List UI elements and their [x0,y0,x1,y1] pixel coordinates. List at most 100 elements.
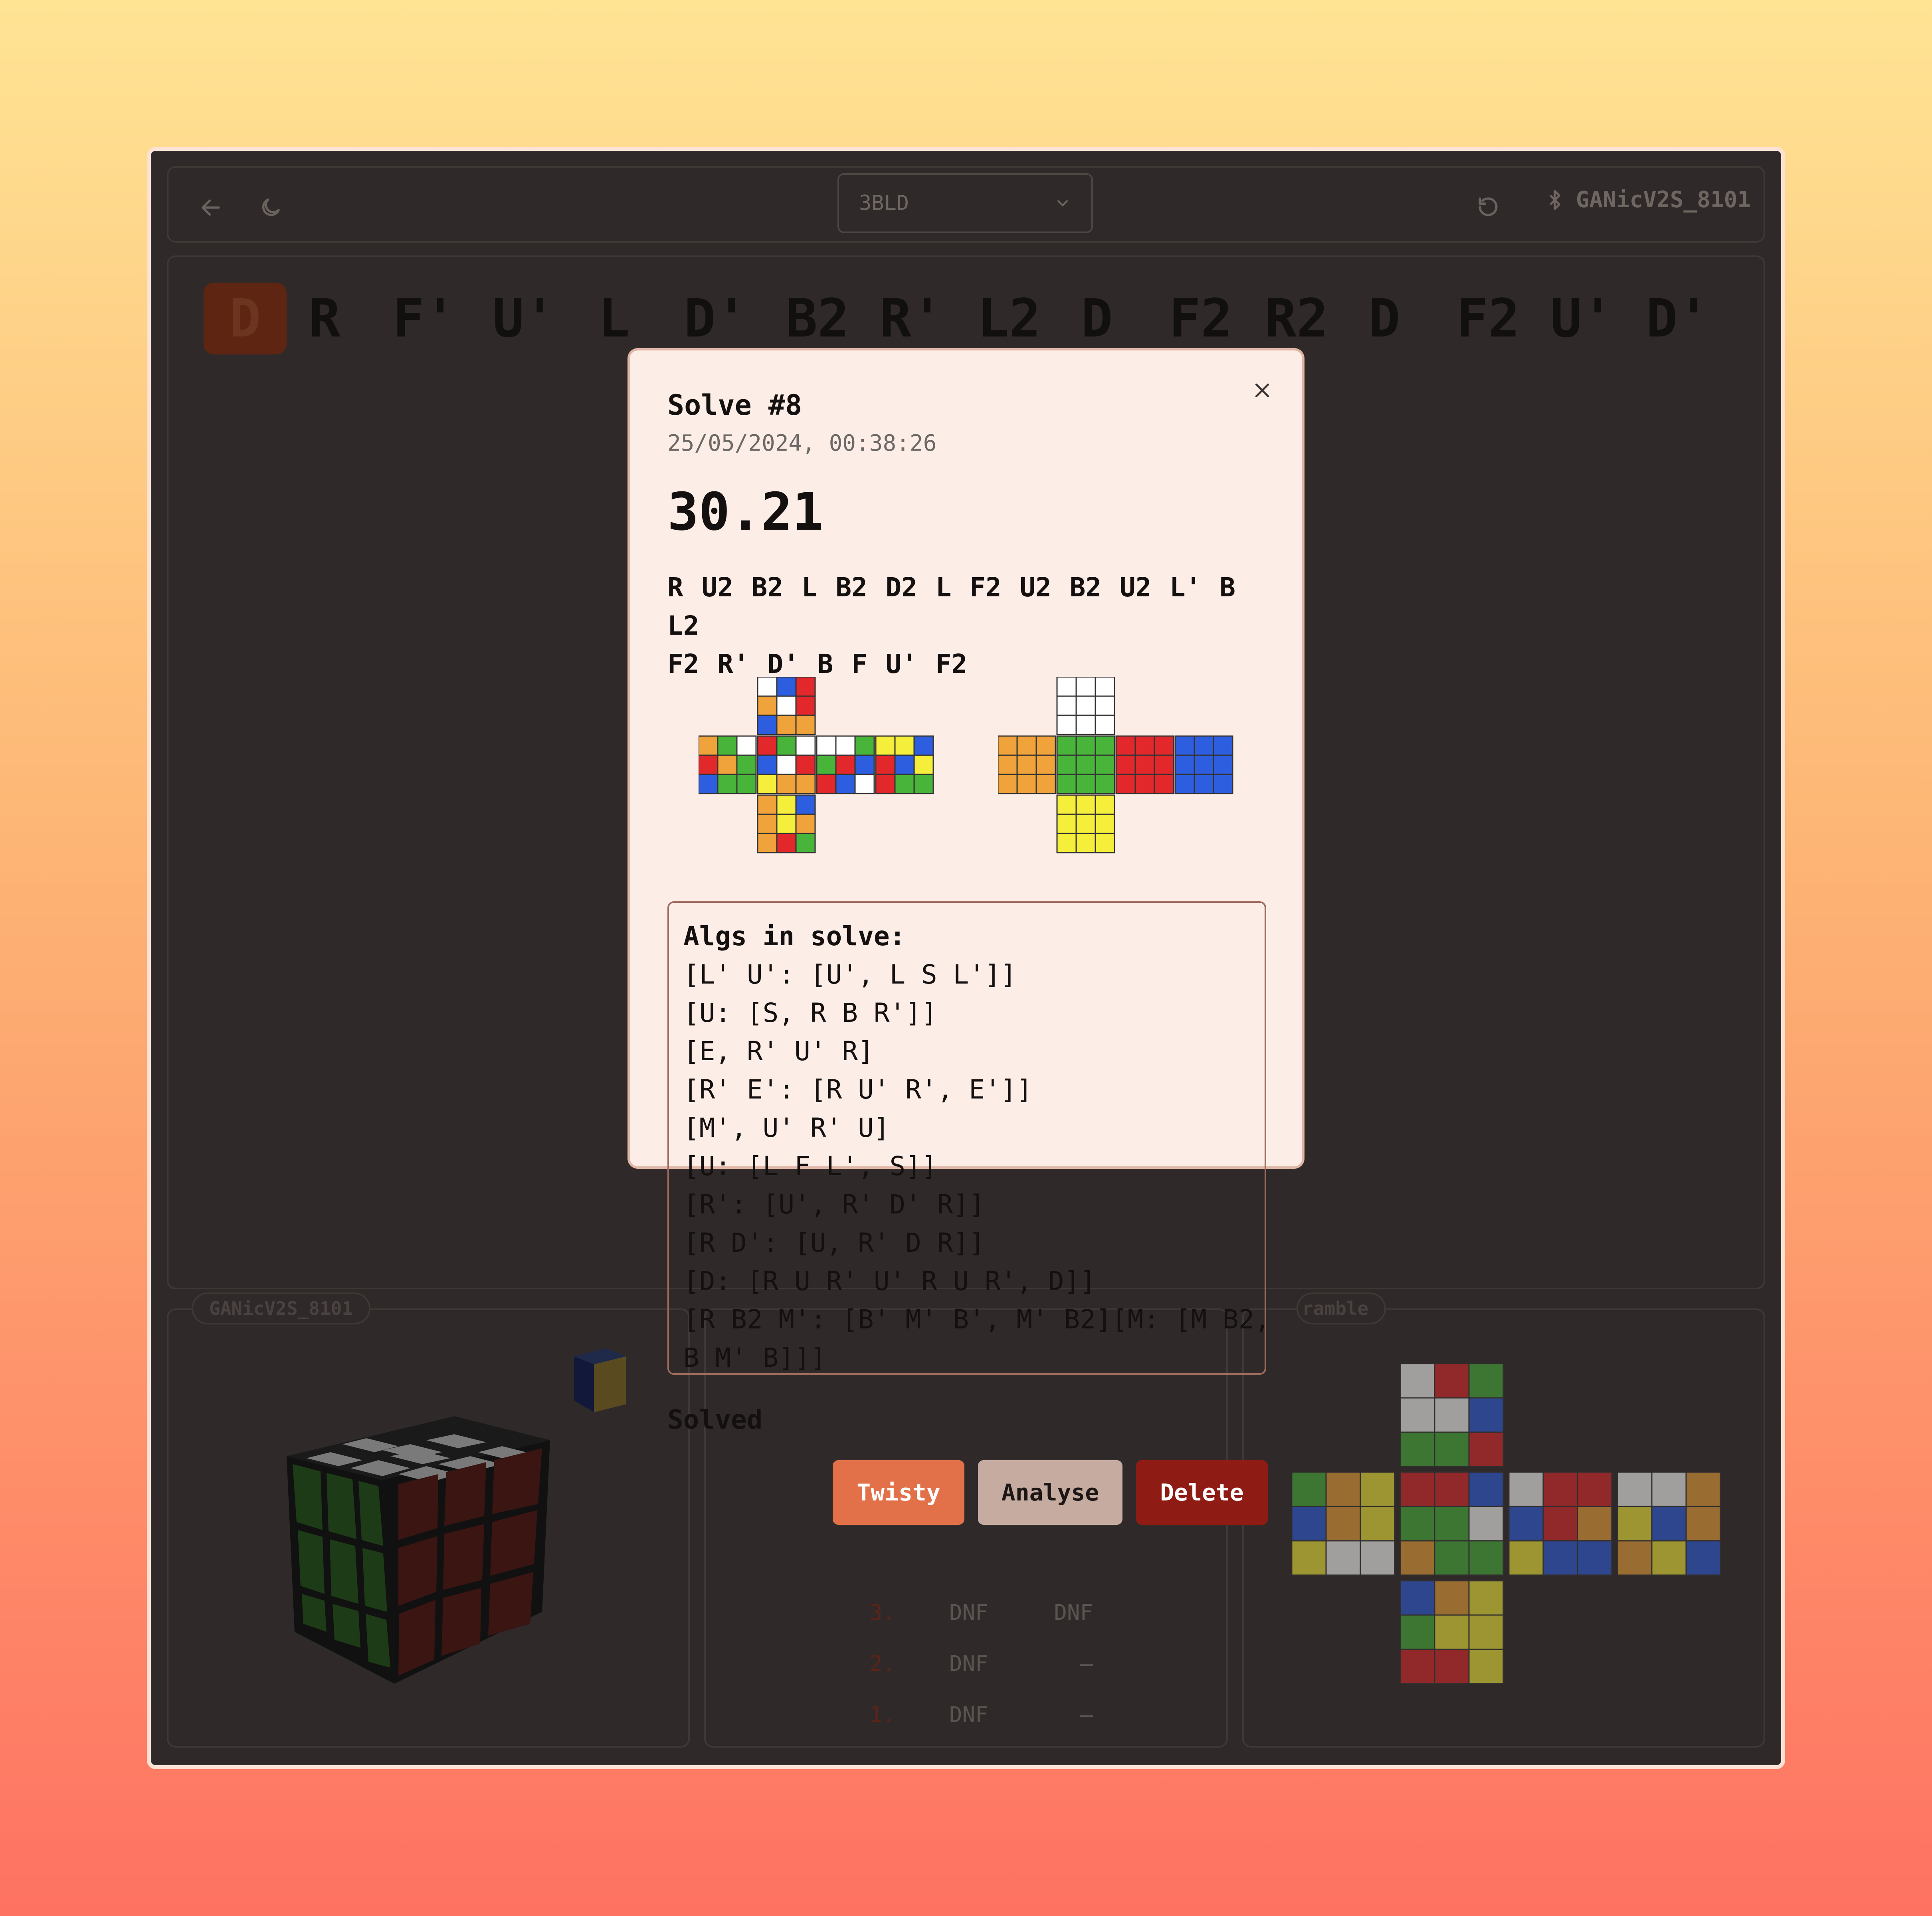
cube-net [998,677,1233,853]
sticker [1194,735,1214,756]
sticker [816,774,837,794]
sticker [776,794,797,815]
scrambled-state-net [699,677,935,854]
sticker [757,814,778,834]
sticker [1292,1506,1327,1542]
sticker [717,735,738,756]
sticker [1115,774,1136,794]
sticker [1617,1506,1653,1542]
scramble-tag: ramble [1297,1293,1386,1324]
sticker [1213,735,1233,756]
sticker [1095,754,1115,775]
alg-line: [R D': [U, R' D R]] [683,1227,985,1258]
sticker [1434,1471,1470,1507]
sticker [998,774,1018,794]
delete-button[interactable]: Delete [1136,1460,1268,1525]
scramble-preview-net [1292,1364,1726,1689]
sticker [757,677,778,697]
time-index: 1. [869,1702,896,1727]
sticker [1434,1540,1470,1576]
time-row[interactable]: 3. DNF DNF [869,1600,1093,1625]
time-average: – [1080,1651,1093,1676]
sticker [1056,715,1077,735]
sticker [1056,754,1077,775]
alg-line: [D: [R U R' U' R U R', D]] [683,1266,1096,1296]
scramble-move: F' [392,288,456,349]
device-status[interactable]: GANicV2S_8101 [1544,187,1751,213]
sticker [816,735,837,756]
sticker [854,735,875,756]
sticker [1400,1431,1435,1467]
sticker [1035,774,1056,794]
sticker [1115,735,1136,756]
sticker [1016,735,1037,756]
sticker [1325,1471,1361,1507]
sticker [776,754,797,775]
cube-3d-view[interactable] [279,1388,566,1692]
sticker [1617,1471,1653,1507]
sticker [1577,1506,1613,1542]
time-average: DNF [1054,1600,1093,1625]
sticker [1400,1580,1435,1616]
sticker [776,677,797,697]
close-icon[interactable] [1246,374,1278,406]
sticker [1075,695,1096,716]
sticker [1468,1649,1504,1684]
sticker [1154,735,1174,756]
twisty-button[interactable]: Twisty [833,1460,964,1525]
sticker [1075,814,1096,834]
sticker [913,735,934,756]
sticker [1685,1506,1721,1542]
sticker [1651,1540,1687,1576]
sticker [757,695,778,716]
sticker [776,814,797,834]
sticker [1213,754,1233,775]
analyse-button[interactable]: Analyse [978,1460,1122,1525]
sticker [1016,754,1037,775]
cube-net [699,677,934,853]
cube-net [1292,1364,1721,1684]
sticker [717,774,738,794]
sticker [1174,754,1195,775]
sticker [757,774,778,794]
sticker [1468,1580,1504,1616]
puzzle-select[interactable]: 3BLD [837,173,1093,233]
moon-icon[interactable] [251,188,291,228]
time-row[interactable]: 1. DNF – [869,1702,1093,1727]
sticker [1174,774,1195,794]
alg-line: [R': [U', R' D' R]] [683,1189,985,1220]
sticker [1095,794,1115,815]
reset-icon[interactable] [1468,187,1508,227]
time-row[interactable]: 2. DNF – [869,1651,1093,1676]
sticker [1134,754,1155,775]
sticker [1134,735,1155,756]
scramble-move: R [309,288,340,349]
algs-textarea[interactable]: Algs in solve: [L' U': [U', L S L']] [U:… [667,901,1266,1375]
sticker [795,715,816,735]
sticker [835,754,856,775]
algs-header: Algs in solve: [683,921,906,952]
sticker [835,735,856,756]
sticker [776,735,797,756]
sticker [1360,1506,1396,1542]
sticker [795,754,816,775]
sticker [1115,754,1136,775]
sticker [875,754,896,775]
solve-date: 25/05/2024, 00:38:26 [667,430,937,456]
sticker [736,774,757,794]
scramble-move: L2 [977,288,1041,349]
mini-cube-icon [574,1348,626,1412]
sticker [1651,1506,1687,1542]
sticker [1468,1471,1504,1507]
sticker [757,735,778,756]
sticker [1434,1649,1470,1684]
scramble-move: F2 [1169,288,1233,349]
sticker [998,735,1018,756]
sticker [875,774,896,794]
sticker [795,735,816,756]
sticker [1056,814,1077,834]
sticker [1194,754,1214,775]
sticker [1400,1364,1435,1399]
sticker [1292,1540,1327,1576]
back-arrow-icon[interactable] [191,188,231,228]
